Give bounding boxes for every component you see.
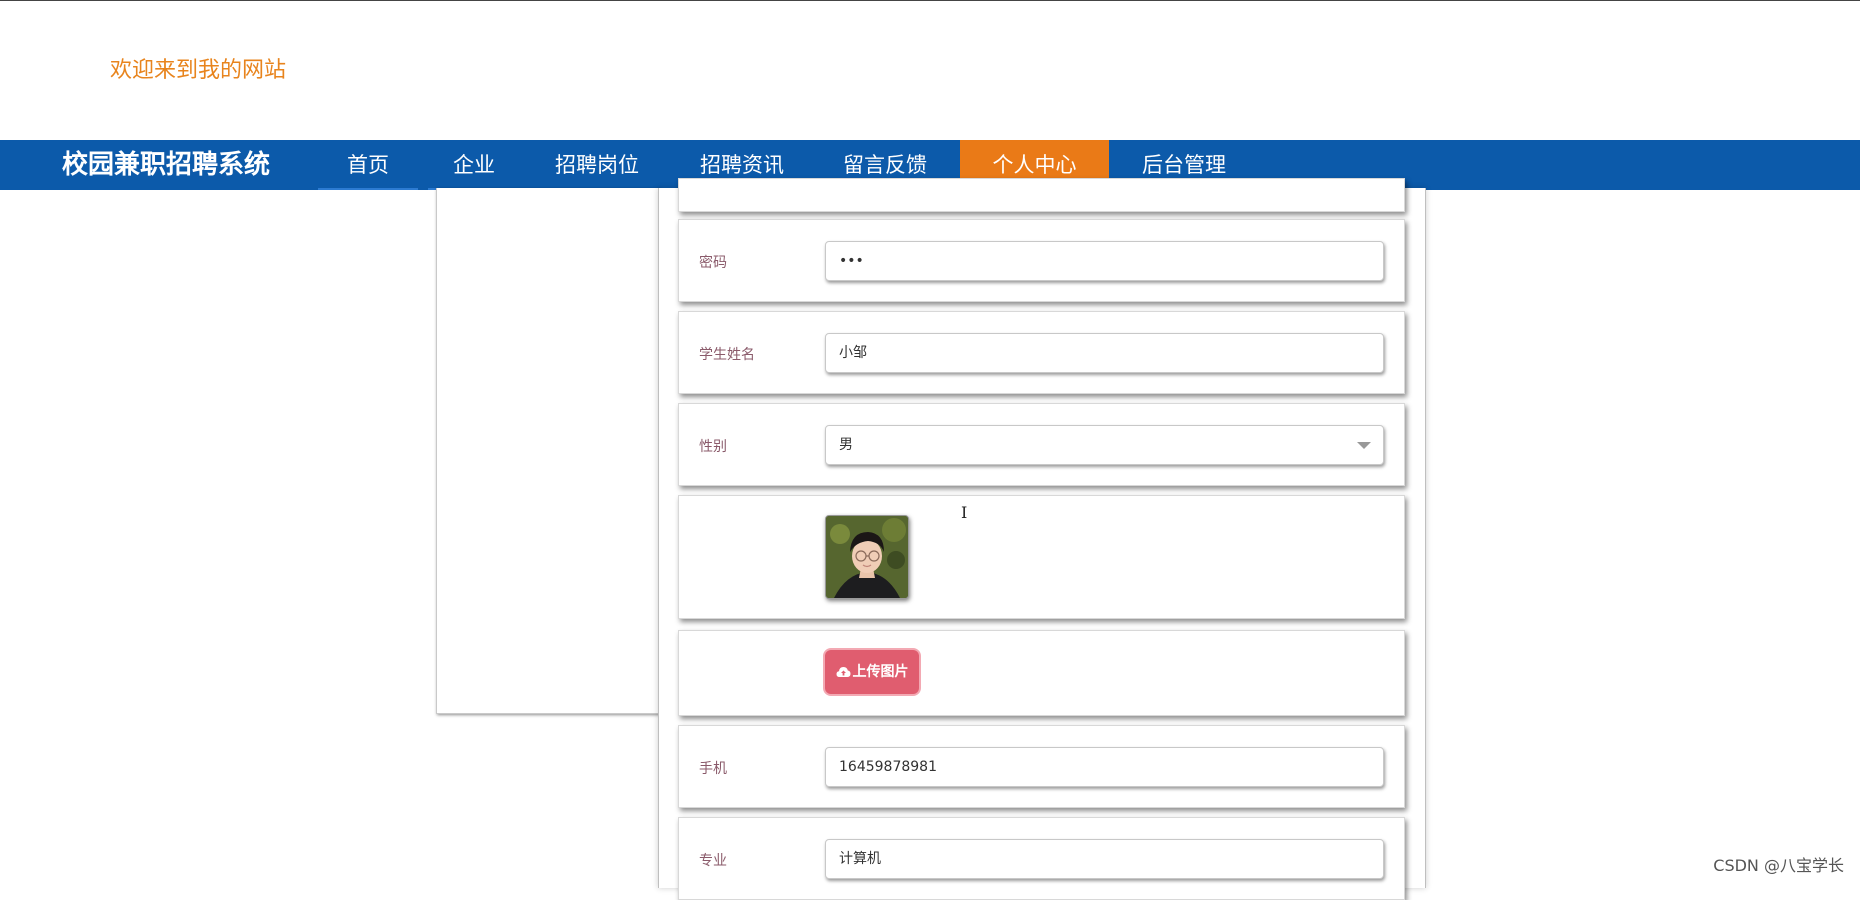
major-label: 专业 (699, 853, 727, 869)
student-name-label: 学生姓名 (699, 347, 755, 363)
phone-label: 手机 (699, 761, 727, 777)
form-row-phone: 手机 16459878981 (678, 725, 1405, 808)
form-row-photo (678, 495, 1405, 619)
form-row-gender: 性别 男 (678, 403, 1405, 486)
watermark: CSDN @八宝学长 (1713, 856, 1844, 875)
gender-value: 男 (839, 437, 853, 453)
student-name-input[interactable]: 小邹 (825, 333, 1384, 373)
form-row-major: 专业 计算机 (678, 817, 1405, 900)
avatar (825, 515, 909, 599)
form-row-cut (678, 178, 1405, 212)
text-cursor-icon: I (961, 503, 968, 522)
top-border-line (0, 0, 1860, 1)
major-input[interactable]: 计算机 (825, 839, 1384, 879)
form-row-password: 密码 ••• (678, 219, 1405, 302)
phone-input[interactable]: 16459878981 (825, 747, 1384, 787)
avatar-photo (826, 516, 908, 598)
password-input[interactable]: ••• (825, 241, 1384, 281)
gender-select[interactable]: 男 (825, 425, 1384, 465)
upload-image-label: 上传图片 (852, 664, 909, 680)
nav-item-jobs[interactable]: 招聘岗位 (526, 140, 668, 190)
chevron-down-icon (1357, 442, 1371, 449)
site-brand[interactable]: 校园兼职招聘系统 (62, 140, 270, 190)
nav-item-company[interactable]: 企业 (428, 140, 520, 190)
cloud-upload-icon (836, 667, 850, 677)
welcome-text: 欢迎来到我的网站 (110, 58, 287, 83)
nav-item-home[interactable]: 首页 (318, 140, 418, 190)
form-row-upload: 上传图片 (678, 630, 1405, 716)
form-row-student-name: 学生姓名 小邹 (678, 311, 1405, 394)
upload-image-button[interactable]: 上传图片 (825, 650, 919, 694)
password-label: 密码 (699, 255, 727, 271)
side-menu-panel (436, 188, 660, 714)
gender-label: 性别 (699, 439, 727, 455)
